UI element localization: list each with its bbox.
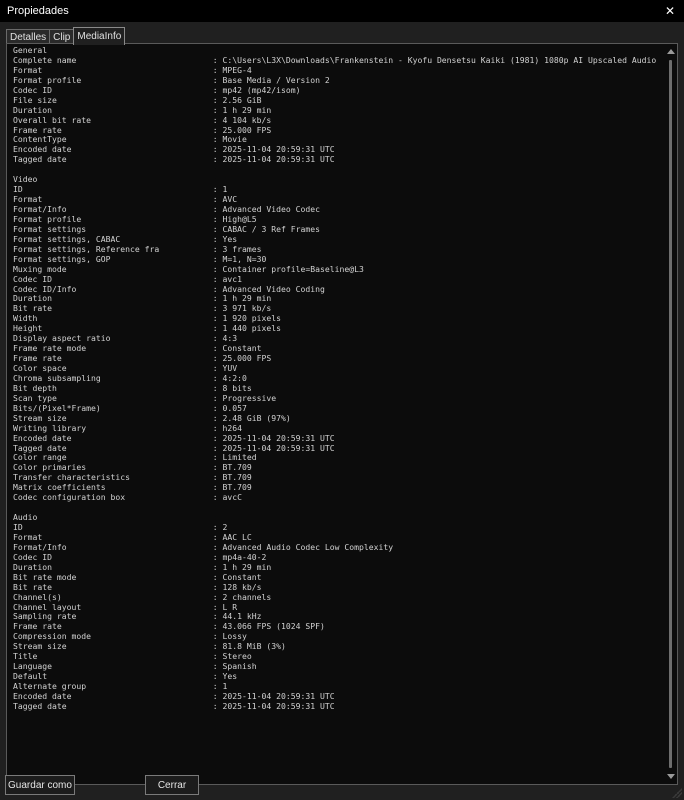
mediainfo-line: Channel(s) : 2 channels (13, 591, 272, 602)
save-as-button[interactable]: Guardar como (5, 775, 75, 795)
arrow-up-icon[interactable] (667, 49, 675, 54)
mediainfo-panel: General Complete name : C:\Users\L3X\Down… (6, 43, 678, 785)
resize-grip-icon[interactable] (672, 788, 682, 798)
mediainfo-line (13, 165, 659, 175)
arrow-down-icon[interactable] (667, 774, 675, 779)
mediainfo-line: Overall bit rate : 4 104 kb/s (13, 114, 272, 125)
tab-strip: Detalles Clip MediaInfo (6, 27, 126, 45)
mediainfo-text[interactable]: General Complete name : C:\Users\L3X\Down… (13, 46, 659, 776)
vertical-scrollbar[interactable] (664, 44, 677, 784)
window-title: Propiedades (7, 5, 69, 17)
mediainfo-line (13, 503, 659, 513)
scrollbar-thumb[interactable] (669, 60, 672, 768)
dialog-client: Detalles Clip MediaInfo General Complete … (0, 22, 684, 800)
mediainfo-line: Codec ID : avc1 (13, 273, 243, 284)
title-bar: Propiedades ✕ (0, 0, 684, 22)
mediainfo-line: Codec configuration box : avcC (13, 492, 243, 503)
mediainfo-line: Tagged date : 2025-11-04 20:59:31 UTC (13, 700, 335, 711)
mediainfo-line: Encoded date : 2025-11-04 20:59:31 UTC (13, 432, 335, 443)
close-icon[interactable]: ✕ (662, 3, 678, 19)
tab-mediainfo[interactable]: MediaInfo (73, 27, 126, 45)
close-button[interactable]: Cerrar (145, 775, 199, 795)
mediainfo-line: Tagged date : 2025-11-04 20:59:31 UTC (13, 154, 335, 165)
